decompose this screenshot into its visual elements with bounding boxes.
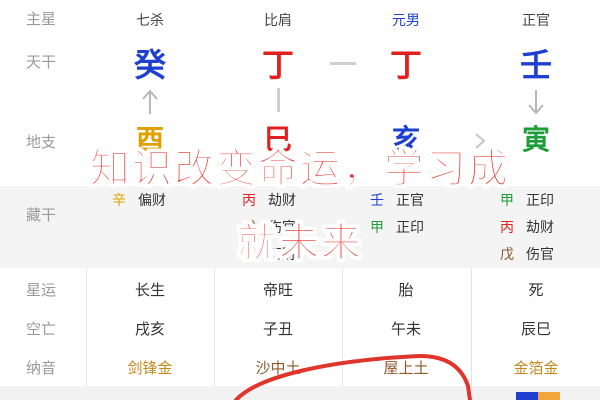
red-handdrawn-stroke [234,353,472,400]
overlay-slogan-line2: 就未来 [237,220,363,267]
overlay-slogan-line1: 知识改变命运，学习成 [90,146,510,193]
